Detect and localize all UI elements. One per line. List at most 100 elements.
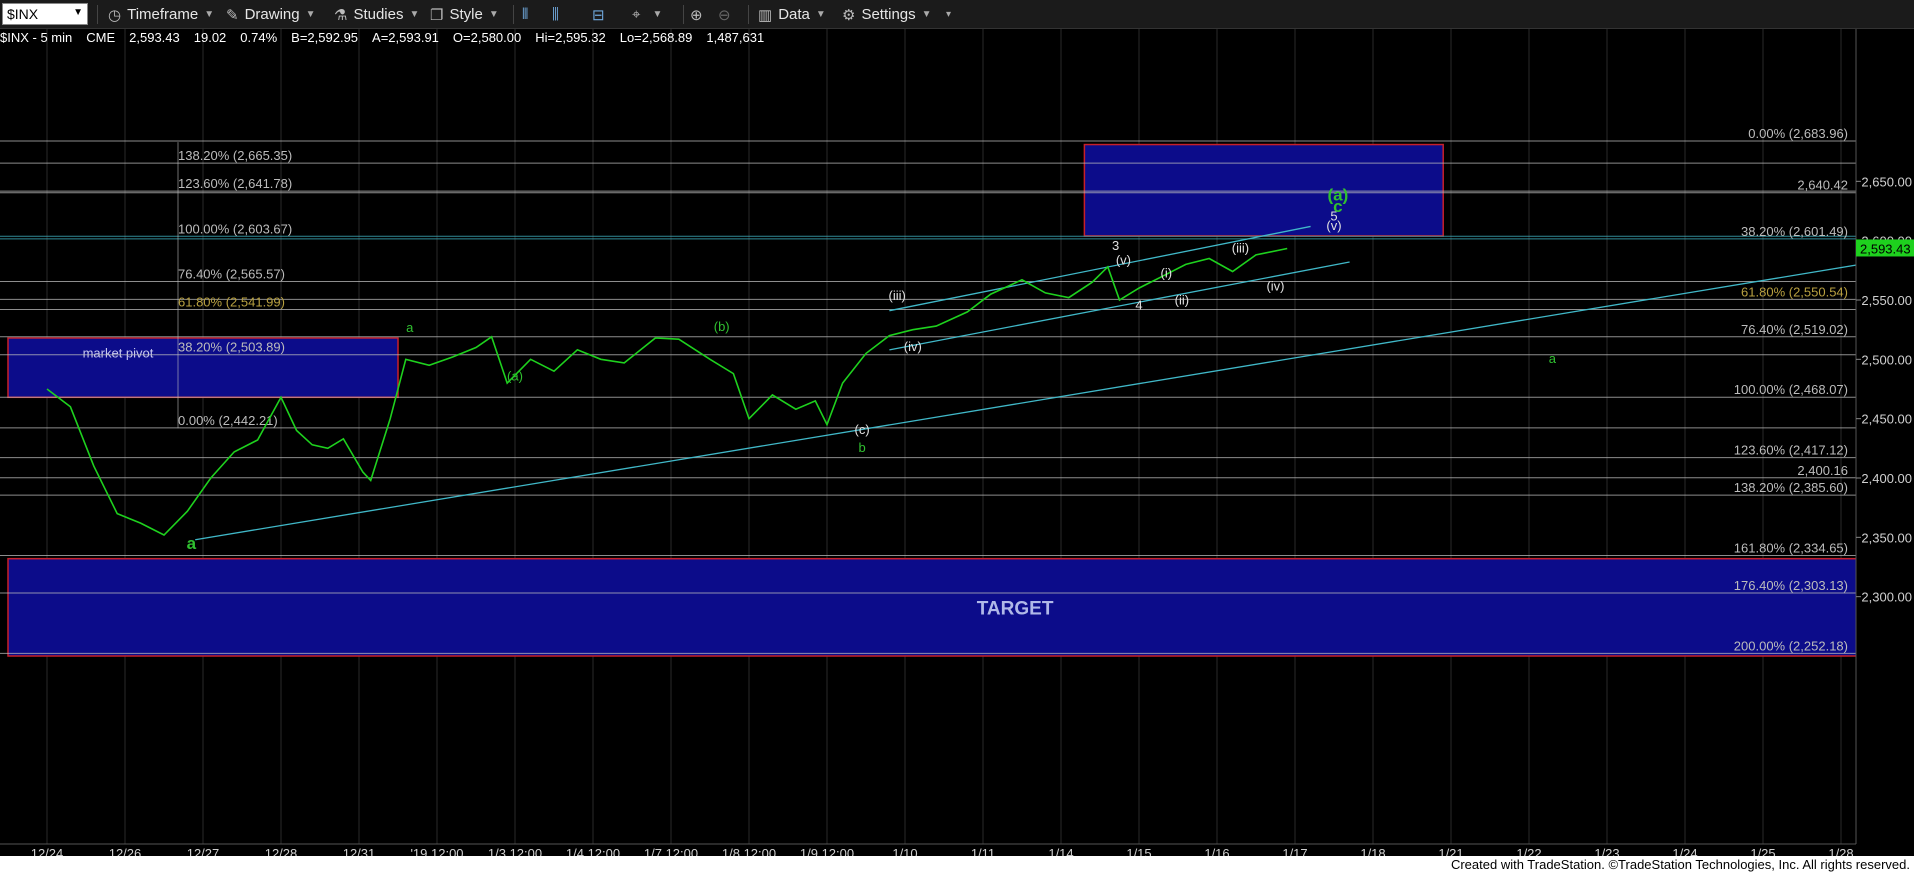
style-icon: ❐ — [430, 6, 444, 24]
wave-label: b — [858, 440, 865, 455]
wave-label: (b) — [714, 319, 730, 334]
time-tick-label: 1/10 — [892, 846, 917, 856]
fib-label: 2,400.16 — [1797, 463, 1848, 478]
time-tick-label: '19 12:00 — [410, 846, 463, 856]
quote-low: Lo=2,568.89 — [619, 30, 693, 45]
footer-credit: Created with TradeStation. ©TradeStation… — [1450, 857, 1910, 872]
chevron-down-icon: ▼ — [488, 9, 499, 20]
quote-high: Hi=2,595.32 — [535, 30, 606, 45]
drawing-button[interactable]: ✎ Drawing ▼ — [226, 0, 316, 29]
chevron-down-icon: ▼ — [815, 9, 826, 20]
quote-exchange: CME — [86, 30, 116, 45]
toolbar-divider — [683, 5, 684, 24]
symbol-input[interactable]: $INX ▼ — [2, 3, 88, 25]
time-tick-label: 1/14 — [1048, 846, 1073, 856]
settings-button[interactable]: ⚙ Settings ▼ — [842, 0, 932, 29]
wave-label: (iii) — [1232, 241, 1249, 256]
clock-icon: ◷ — [108, 6, 122, 24]
toolbar-divider — [513, 5, 514, 24]
fib-label: 61.80% (2,550.54) — [1741, 284, 1848, 299]
symbol-text: $INX — [7, 6, 39, 22]
compress-bars-button[interactable]: ⫴ — [522, 0, 534, 29]
chevron-down-icon: ▼ — [204, 9, 215, 20]
toolbar: $INX ▼ ◷ Timeframe ▼ ✎ Drawing ▼ ⚗ Studi… — [0, 0, 1914, 29]
time-tick-label: 1/11 — [971, 846, 995, 856]
market-pivot-label: market pivot — [83, 346, 154, 361]
fib-label: 138.20% (2,385.60) — [1734, 480, 1848, 495]
expand-bars-button[interactable]: ⫼ — [552, 0, 565, 29]
quote-bar: $INX - 5 min CME 2,593.43 19.02 0.74% B=2,592… — [0, 30, 778, 48]
toolbar-divider — [97, 5, 98, 24]
trendline — [195, 254, 1914, 541]
price-axis[interactable]: 2,650.002,600.002,550.002,500.002,450.00… — [1855, 29, 1914, 844]
time-tick-label: 1/16 — [1204, 846, 1229, 856]
zone-box — [1083, 143, 1444, 237]
fib-label: 0.00% (2,683.96) — [1748, 126, 1848, 141]
cursor-icon: ⌖ — [632, 6, 641, 23]
price-tick-label: 2,450.00 — [1861, 412, 1912, 427]
chevron-down-icon[interactable]: ▼ — [73, 7, 83, 18]
zone-box — [7, 557, 1914, 657]
fib-label: 2,640.42 — [1797, 178, 1848, 193]
quote-open: O=2,580.00 — [452, 30, 522, 45]
target-label: TARGET — [977, 598, 1054, 619]
price-chart[interactable]: market pivot TARGET 0.00% (2,683.96) 138.2… — [0, 29, 1914, 856]
fib-label: 76.40% (2,519.02) — [1741, 322, 1848, 337]
bar-chart-icon: ▥ — [758, 6, 773, 24]
fib-label: 38.20% (2,601.49) — [1741, 224, 1848, 239]
price-tick-label: 2,350.00 — [1861, 530, 1912, 545]
fib-label: 0.00% (2,442.21) — [178, 413, 278, 428]
time-tick-label: 12/27 — [187, 846, 220, 856]
price-tick-label: 2,550.00 — [1861, 293, 1912, 308]
data-button[interactable]: ▥ Data ▼ — [758, 0, 826, 29]
cursor-button[interactable]: ⌖ ▼ — [632, 0, 662, 29]
time-tick-label: 1/8 12:00 — [722, 846, 776, 856]
fib-label: 161.80% (2,334.65) — [1734, 541, 1848, 556]
time-tick-label: 1/17 — [1282, 846, 1307, 856]
time-tick-label: 1/22 — [1516, 846, 1541, 856]
zone-boxes: market pivot TARGET — [7, 143, 1914, 657]
fib-label: 100.00% (2,603.67) — [178, 221, 292, 236]
style-button[interactable]: ❐ Style ▼ — [430, 0, 499, 29]
expand-bars-icon: ⫼ — [552, 6, 559, 23]
time-tick-label: 1/4 12:00 — [566, 846, 620, 856]
chevron-down-icon: ▼ — [652, 9, 663, 20]
quote-bid: B=2,592.95 — [291, 30, 359, 45]
more-button[interactable]: ▾ — [940, 0, 951, 29]
time-tick-label: 1/3 12:00 — [488, 846, 542, 856]
zoom-out-icon: ⊖ — [718, 6, 731, 24]
layout-button[interactable]: ⊟ — [592, 0, 611, 29]
quote-change-pct: 0.74% — [240, 30, 278, 45]
chevron-down-icon: ▼ — [921, 9, 932, 20]
time-tick-label: 12/26 — [109, 846, 142, 856]
timeframe-button[interactable]: ◷ Timeframe ▼ — [108, 0, 214, 29]
last-price-label: 2,593.43 — [1860, 241, 1911, 256]
fib-label: 138.20% (2,665.35) — [178, 148, 292, 163]
time-tick-label: 1/25 — [1750, 846, 1775, 856]
wave-label: a — [187, 534, 197, 553]
quote-last: 2,593.43 — [129, 30, 180, 45]
fib-label: 200.00% (2,252.18) — [1734, 638, 1848, 653]
wave-label: (ii) — [1175, 293, 1189, 308]
quote-change: 19.02 — [193, 30, 227, 45]
wave-label: (i) — [1161, 265, 1173, 280]
price-axis-bg — [1856, 29, 1914, 844]
zoom-out-button[interactable]: ⊖ — [718, 0, 737, 29]
studies-button[interactable]: ⚗ Studies ▼ — [334, 0, 419, 29]
quote-symbol: $INX - 5 min — [0, 30, 73, 45]
pencil-icon: ✎ — [226, 6, 239, 24]
time-tick-label: 1/28 — [1828, 846, 1853, 856]
time-tick-label: 1/9 12:00 — [800, 846, 854, 856]
footer: Created with TradeStation. ©TradeStation… — [0, 856, 1914, 873]
quote-volume: 1,487,631 — [706, 30, 765, 45]
chevron-down-icon: ▼ — [409, 9, 420, 20]
time-tick-label: 1/23 — [1594, 846, 1619, 856]
fib-label: 38.20% (2,503.89) — [178, 340, 285, 355]
time-tick-label: 12/24 — [31, 846, 64, 856]
compress-bars-icon: ⫴ — [522, 6, 529, 23]
time-axis[interactable]: 12/24 12/26 12/27 12/28 12/31 '19 12:00 1/3 12… — [0, 843, 1914, 856]
zoom-in-button[interactable]: ⊕ — [690, 0, 709, 29]
wave-label: (a) — [1328, 185, 1349, 204]
wave-label: (iv) — [904, 339, 922, 354]
gear-icon: ⚙ — [842, 6, 856, 24]
